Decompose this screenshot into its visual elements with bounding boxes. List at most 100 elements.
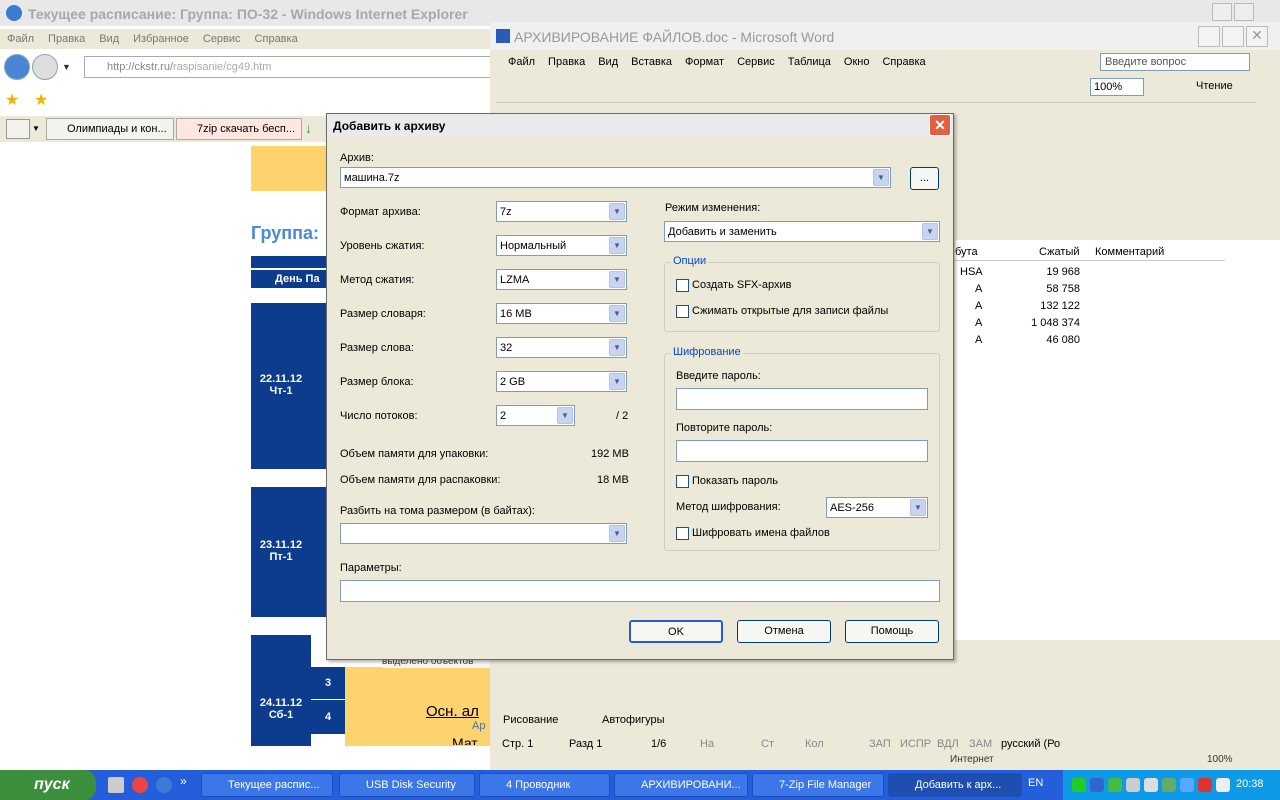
volume-icon[interactable] [1144,778,1158,792]
word-maximize-button[interactable] [1222,26,1244,47]
subject-link[interactable]: Осн. ал [426,703,479,720]
quicklaunch-ie-icon[interactable] [156,777,172,793]
ie-menu-edit[interactable]: Правка [41,29,92,49]
col-packed[interactable]: Сжатый [1039,246,1080,258]
word-menu-help[interactable]: Справка [876,52,932,68]
chevron-down-icon[interactable]: ▼ [609,305,625,322]
word-close-button[interactable]: ✕ [1246,26,1268,47]
update-mode-combo[interactable]: Добавить и заменить ▼ [664,221,940,242]
ie-menu-tools[interactable]: Сервис [196,29,248,49]
ie-tab-7zip[interactable]: 7zip скачать бесп... [176,118,302,140]
word-menu-format[interactable]: Формат [679,52,731,68]
word-minimize-button[interactable] [1198,26,1220,47]
password-input[interactable] [676,388,928,410]
archive-name-combo[interactable]: машина.7z ▼ [340,167,891,188]
word-hscroll[interactable] [496,662,1280,682]
taskbar-item-explorer[interactable]: 4 Проводник [479,773,610,797]
tab-list-chevron-icon[interactable]: ▼ [32,119,44,139]
tray-icon[interactable] [1216,778,1230,792]
method-combo[interactable]: LZMA ▼ [496,269,627,290]
history-chevron-icon[interactable]: ▼ [62,62,71,72]
col-attributes[interactable]: бута [955,246,978,258]
word-menu-window[interactable]: Окно [838,52,877,68]
forward-icon[interactable] [32,54,58,80]
show-password-checkbox[interactable] [676,475,689,488]
chevron-down-icon[interactable]: ▼ [873,169,889,186]
repeat-password-input[interactable] [676,440,928,462]
word-ask-input[interactable]: Введите вопрос [1100,53,1250,71]
word-menu-file[interactable]: Файл [490,52,542,68]
taskbar-item-7zip[interactable]: 7-Zip File Manager [752,773,884,797]
tray-icon[interactable] [1108,778,1122,792]
file-row[interactable]: A 58 758 [955,283,1235,299]
taskbar-item-ie[interactable]: Текущее распис... [201,773,333,797]
taskbar-item-word[interactable]: АРХИВИРОВАНИ... [614,773,748,797]
taskbar-item-usb[interactable]: USB Disk Security [339,773,475,797]
quicklaunch-more-icon[interactable]: » [180,774,187,788]
dialog-close-button[interactable]: ✕ [929,114,951,136]
threads-combo[interactable]: 2 ▼ [496,405,575,426]
back-icon[interactable] [4,54,30,80]
chevron-down-icon[interactable]: ▼ [609,525,625,542]
encrypt-names-checkbox[interactable] [676,527,689,540]
ie-status-zoom[interactable]: 100% [1207,754,1233,765]
word-menu-view[interactable]: Вид [592,52,625,68]
language-indicator[interactable]: EN [1028,777,1043,789]
cancel-button[interactable]: Отмена [737,620,831,643]
ie-menu-help[interactable]: Справка [248,29,305,49]
address-bar[interactable]: http://ckstr.ru/raspisanie/cg49.htm [84,56,494,78]
word-menu-tools[interactable]: Сервис [731,52,782,68]
download-arrow-icon[interactable]: ↓ [305,120,312,136]
start-button[interactable]: пуск [0,770,96,800]
autoshapes-menu[interactable]: Автофигуры [602,714,665,726]
file-row[interactable]: A 1 048 374 [955,317,1235,333]
params-input[interactable] [340,580,940,602]
block-combo[interactable]: 2 GB ▼ [496,371,627,392]
sfx-checkbox[interactable] [676,279,689,292]
split-combo[interactable]: ▼ [340,523,627,544]
ie-menu-favorites[interactable]: Избранное [126,29,196,49]
level-combo[interactable]: Нормальный ▼ [496,235,627,256]
chevron-down-icon[interactable]: ▼ [922,223,938,240]
word-size-combo[interactable]: 32 ▼ [496,337,627,358]
file-row[interactable]: A 46 080 [955,334,1235,350]
shared-checkbox[interactable] [676,305,689,318]
col-comment[interactable]: Комментарий [1095,246,1164,258]
tray-icon[interactable] [1126,778,1140,792]
favorites-star-icon[interactable]: ★ [5,90,19,110]
chevron-down-icon[interactable]: ▼ [609,339,625,356]
tray-icon[interactable] [1198,778,1212,792]
reading-button[interactable]: Чтение [1180,80,1233,92]
chevron-down-icon[interactable]: ▼ [609,237,625,254]
format-combo[interactable]: 7z ▼ [496,201,627,222]
ie-minimize-button[interactable] [1212,3,1232,21]
tray-icon[interactable] [1162,778,1176,792]
quicklaunch-browser-icon[interactable] [132,777,148,793]
zoom-combo[interactable]: 100% [1090,78,1144,96]
word-menu-table[interactable]: Таблица [782,52,838,68]
help-button[interactable]: Помощь [845,620,939,643]
chevron-down-icon[interactable]: ▼ [609,271,625,288]
chevron-down-icon[interactable]: ▼ [910,499,926,516]
tray-icon[interactable] [1072,778,1086,792]
chevron-down-icon[interactable]: ▼ [609,203,625,220]
chevron-down-icon[interactable]: ▼ [557,407,573,424]
add-favorites-icon[interactable]: ★ [34,90,48,110]
file-row[interactable]: A 132 122 [955,300,1235,316]
word-menu-insert[interactable]: Вставка [625,52,679,68]
enc-method-combo[interactable]: AES-256 ▼ [826,497,928,518]
ok-button[interactable]: OK [629,620,723,643]
ie-maximize-button[interactable] [1234,3,1254,21]
browse-button[interactable]: ... [910,167,939,190]
chevron-down-icon[interactable]: ▼ [609,373,625,390]
ie-tab-olympiads[interactable]: Олимпиады и кон... [46,118,174,140]
drawing-menu[interactable]: Рисование [503,714,558,726]
dict-combo[interactable]: 16 MB ▼ [496,303,627,324]
tray-icon[interactable] [1180,778,1194,792]
tray-icon[interactable] [1090,778,1104,792]
word-menu-edit[interactable]: Правка [542,52,592,68]
quicklaunch-icon[interactable] [108,777,124,793]
ie-menu-file[interactable]: Файл [0,29,41,49]
quick-tabs-icon[interactable] [6,119,30,139]
taskbar-item-add-archive[interactable]: Добавить к арх... [888,773,1022,797]
